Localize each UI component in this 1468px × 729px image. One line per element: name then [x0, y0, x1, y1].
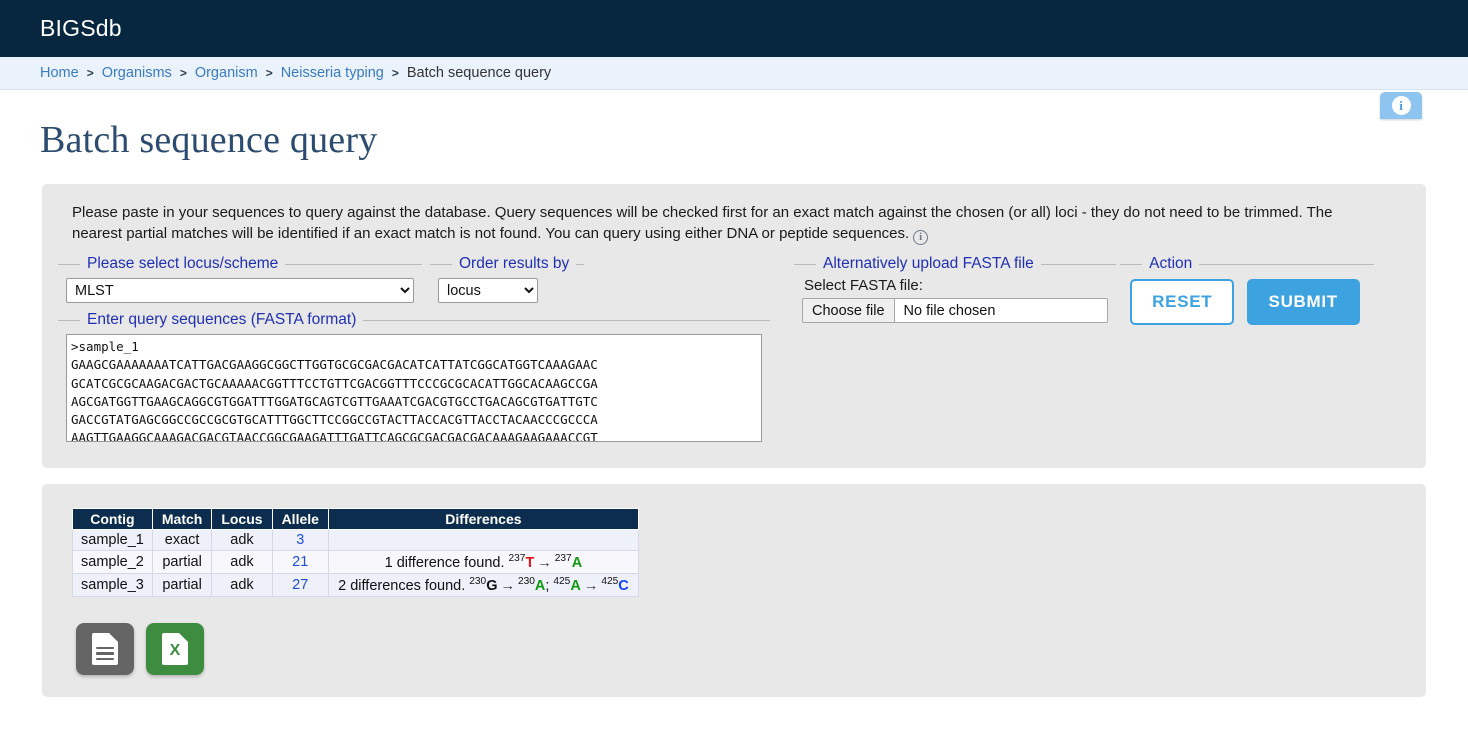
- order-results-fieldset: Order results by locus: [430, 255, 585, 311]
- upload-fasta-legend: Alternatively upload FASTA file: [823, 255, 1034, 273]
- results-table-body: sample_1 exact adk 3 sample_2 partial adk 21 1 d…: [72, 529, 639, 597]
- file-input-label: Select FASTA file:: [804, 277, 923, 295]
- column-header-allele: Allele: [271, 508, 329, 531]
- column-header-differences: Differences: [327, 508, 639, 531]
- choose-file-button[interactable]: Choose file: [803, 299, 895, 323]
- cell-differences: 1 difference found. 237T → 237A: [327, 550, 639, 575]
- sequence-input[interactable]: >sample_1 GAAGCGAAAAAAATCATTGACGAAGGCGGC…: [66, 334, 762, 443]
- breadcrumb-separator: >: [265, 66, 273, 80]
- diff-base-from: T: [525, 555, 535, 572]
- cell-allele[interactable]: 27: [271, 573, 329, 597]
- diff-arrow-icon: →: [583, 577, 599, 594]
- breadcrumb: Home > Organisms > Organism > Neisseria …: [0, 57, 1468, 90]
- text-file-icon[interactable]: [76, 622, 134, 675]
- diff-base-from: A: [570, 577, 581, 594]
- cell-match: partial: [151, 573, 213, 597]
- chosen-file-name: No file chosen: [903, 302, 996, 319]
- diff-base-to: C: [618, 577, 629, 594]
- reset-button[interactable]: RESET: [1130, 279, 1235, 326]
- breadcrumb-item-organism[interactable]: Organism: [195, 65, 258, 81]
- allele-link[interactable]: 21: [292, 554, 308, 570]
- cell-contig: sample_3: [72, 573, 153, 597]
- export-buttons: X: [76, 622, 1410, 675]
- query-form: Please select locus/scheme MLST Order re…: [58, 255, 1410, 450]
- selects-row: Please select locus/scheme MLST Order re…: [58, 255, 770, 311]
- cell-locus: adk: [211, 573, 273, 597]
- locus-scheme-legend: Please select locus/scheme: [87, 255, 279, 273]
- app-title: BIGSdb: [40, 15, 122, 41]
- sequence-legend: Enter query sequences (FASTA format): [87, 311, 357, 329]
- results-table-head: Contig Match Locus Allele Differences: [72, 508, 639, 531]
- results-panel: Contig Match Locus Allele Differences sa…: [42, 484, 1426, 697]
- table-row: sample_3 partial adk 27 2 differences found.…: [72, 573, 639, 597]
- results-table: Contig Match Locus Allele Differences sa…: [72, 508, 639, 597]
- intro-paragraph: Please paste in your sequences to query …: [72, 204, 1333, 243]
- cell-allele[interactable]: 21: [271, 550, 329, 575]
- breadcrumb-separator: >: [391, 66, 399, 80]
- document-glyph: [92, 632, 118, 665]
- column-header-match: Match: [151, 508, 213, 531]
- cell-differences: 2 differences found. 230G → 230A; 425A → 425…: [327, 573, 639, 597]
- action-fieldset: Action RESET SUBMIT: [1120, 255, 1374, 329]
- allele-link[interactable]: 3: [296, 532, 304, 548]
- document-lines: [96, 646, 114, 664]
- diff-position: 230: [517, 576, 535, 588]
- query-form-right-column: Alternatively upload FASTA file Select F…: [794, 255, 1374, 329]
- diff-arrow-icon: →: [537, 555, 552, 572]
- order-results-select[interactable]: locus: [438, 278, 538, 304]
- diff-position: 237: [554, 553, 572, 565]
- app-header: BIGSdb: [0, 0, 1468, 57]
- query-panel: Please paste in your sequences to query …: [42, 184, 1426, 469]
- submit-button[interactable]: SUBMIT: [1246, 279, 1360, 326]
- table-row: sample_1 exact adk 3: [72, 529, 639, 552]
- breadcrumb-separator: >: [86, 66, 94, 80]
- diff-base-to: A: [571, 555, 583, 572]
- query-form-left-column: Please select locus/scheme MLST Order re…: [58, 255, 770, 450]
- cell-allele[interactable]: 3: [271, 529, 329, 552]
- breadcrumb-item-organisms[interactable]: Organisms: [102, 65, 172, 81]
- cell-differences: [327, 529, 639, 552]
- intro-text: Please paste in your sequences to query …: [72, 202, 1372, 246]
- diff-position: 425: [553, 576, 571, 588]
- locus-select[interactable]: MLST: [66, 278, 414, 304]
- info-glyph: i: [1391, 96, 1411, 115]
- cell-contig: sample_1: [72, 529, 153, 552]
- order-results-legend: Order results by: [459, 255, 570, 273]
- help-info-icon[interactable]: i: [913, 230, 929, 246]
- cell-match: exact: [151, 529, 213, 552]
- excel-x-glyph: X: [169, 641, 181, 659]
- cell-locus: adk: [211, 529, 273, 552]
- table-header-row: Contig Match Locus Allele Differences: [72, 508, 639, 531]
- column-header-contig: Contig: [72, 508, 153, 531]
- locus-scheme-fieldset: Please select locus/scheme MLST: [58, 255, 422, 311]
- fasta-file-input[interactable]: Choose file No file chosen: [802, 298, 1108, 324]
- action-legend: Action: [1149, 255, 1193, 273]
- breadcrumb-item-home[interactable]: Home: [40, 65, 79, 81]
- diff-position: 237: [508, 553, 526, 565]
- diff-arrow-icon: →: [500, 577, 515, 594]
- allele-link[interactable]: 27: [292, 577, 308, 593]
- breadcrumb-separator: >: [179, 66, 187, 80]
- column-header-locus: Locus: [211, 508, 273, 531]
- sequence-fieldset: Enter query sequences (FASTA format) >sa…: [58, 311, 770, 450]
- document-glyph: X: [162, 632, 188, 665]
- table-row: sample_2 partial adk 21 1 difference found. …: [72, 550, 639, 575]
- info-icon[interactable]: i: [1380, 92, 1422, 119]
- breadcrumb-item-neisseria-typing[interactable]: Neisseria typing: [281, 65, 384, 81]
- diff-position: 425: [601, 576, 619, 588]
- cell-locus: adk: [211, 550, 273, 575]
- upload-fasta-fieldset: Alternatively upload FASTA file Select F…: [794, 255, 1116, 327]
- cell-contig: sample_2: [72, 550, 153, 575]
- page-title: Batch sequence query: [40, 119, 378, 161]
- diff-position: 230: [469, 576, 487, 588]
- diff-base-to: A: [534, 577, 546, 594]
- cell-match: partial: [151, 550, 213, 575]
- diff-base-from: G: [486, 577, 498, 594]
- excel-file-icon[interactable]: X: [146, 622, 204, 675]
- breadcrumb-item-current: Batch sequence query: [406, 65, 552, 81]
